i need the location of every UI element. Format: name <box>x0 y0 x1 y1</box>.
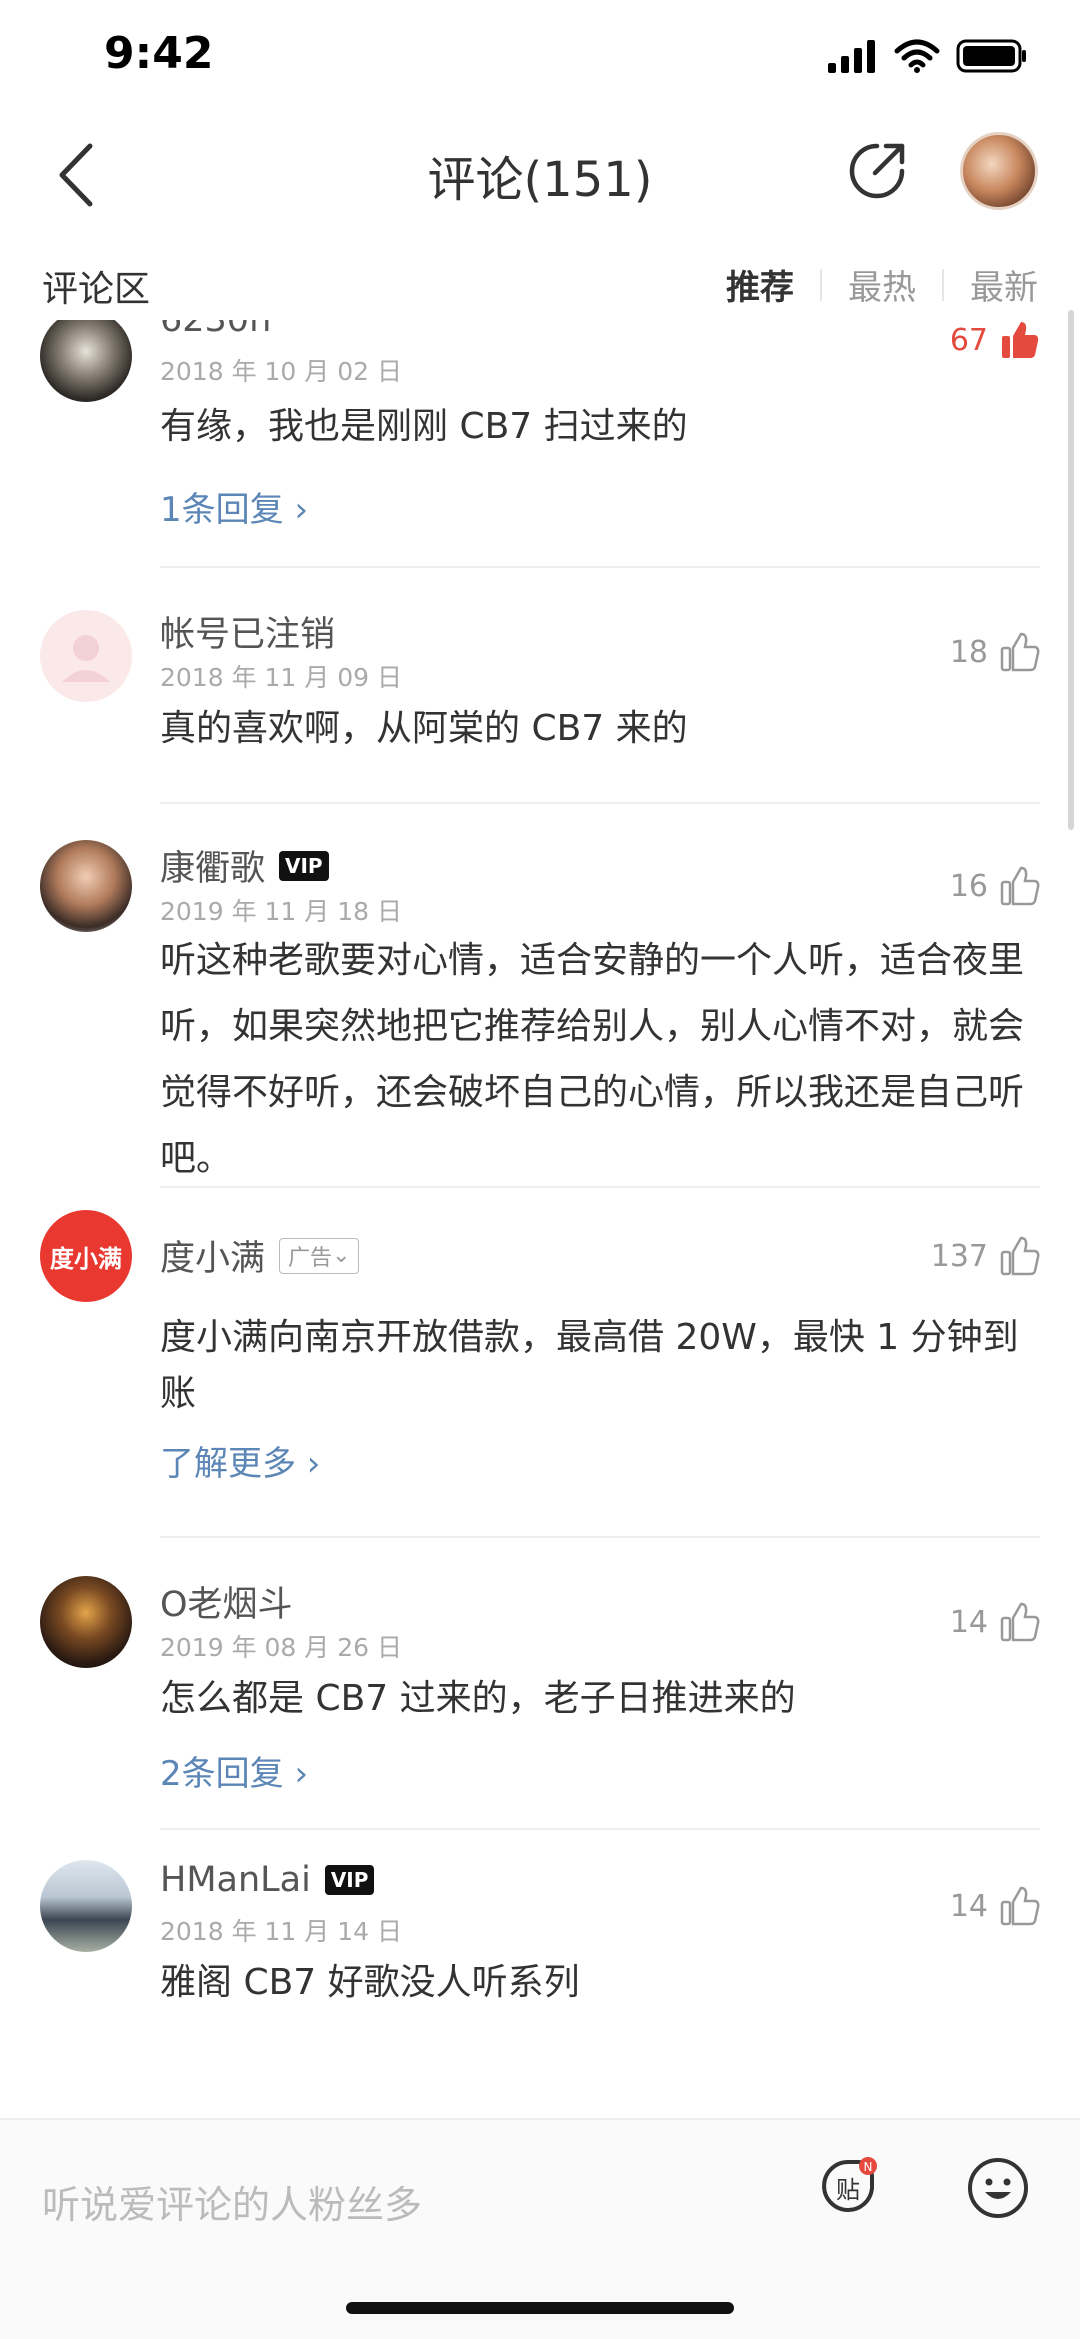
reply-link[interactable]: 2条回复 › <box>160 1746 308 1795</box>
scrollbar[interactable] <box>1068 310 1074 830</box>
comment-content: 有缘，我也是刚刚 CB7 扫过来的 <box>160 406 688 447</box>
username-text[interactable]: 度小满 <box>160 1230 265 1281</box>
sort-divider <box>942 268 944 301</box>
like-count: 14 <box>949 1604 988 1640</box>
comment-date: 2019 年 11 月 18 日 <box>160 897 402 926</box>
comment-content: 怎么都是 CB7 过来的，老子日推进来的 <box>160 1678 796 1719</box>
thumbs-up-icon <box>1000 1886 1040 1926</box>
home-indicator[interactable] <box>346 2302 734 2314</box>
page-title: 评论(151) <box>427 152 653 208</box>
avatar[interactable] <box>40 320 132 402</box>
comment-date: 2018 年 11 月 14 日 <box>160 1917 402 1946</box>
ad-label[interactable]: 广告 ⌄ <box>279 1237 360 1274</box>
default-avatar-icon <box>62 635 110 682</box>
sort-tabs: 推荐 最热 最新 <box>726 260 1038 309</box>
avatar[interactable] <box>40 840 132 932</box>
sort-divider <box>820 268 822 301</box>
ad-label-text: 广告 <box>288 1245 333 1271</box>
sticker-icon[interactable]: 贴 N <box>818 2156 880 2218</box>
username-text[interactable]: 帐号已注销 <box>160 606 335 657</box>
divider <box>160 566 1040 568</box>
divider <box>160 1186 1040 1188</box>
reply-link[interactable]: 1条回复 › <box>160 482 308 531</box>
comment-content: 真的喜欢啊，从阿棠的 CB7 来的 <box>160 708 688 749</box>
comment-username[interactable]: O老烟斗 <box>160 1576 293 1627</box>
like-count: 137 <box>930 1238 988 1274</box>
like-count: 14 <box>949 1888 988 1924</box>
like-button[interactable]: 18 <box>950 632 1040 672</box>
comment-username[interactable]: HManLai VIP <box>160 1860 375 1900</box>
like-button[interactable]: 14 <box>950 1602 1040 1642</box>
signal-icon <box>828 40 875 73</box>
section-header: 评论区 推荐 最热 最新 <box>0 240 1080 320</box>
ad-content: 度小满向南京开放借款，最高借 20W，最快 1 分钟到账 <box>160 1317 1019 1414</box>
ad-avatar[interactable]: 度小满 <box>40 1210 132 1302</box>
like-button[interactable]: 16 <box>950 866 1040 906</box>
comment-username[interactable]: 度小满 广告 ⌄ <box>160 1230 360 1281</box>
like-button[interactable]: 137 <box>931 1236 1040 1276</box>
nav-bar: 评论(151) <box>0 110 1080 230</box>
username-text[interactable]: HManLai <box>160 1860 311 1900</box>
share-icon[interactable] <box>846 140 908 202</box>
thumbs-up-icon <box>1000 632 1040 672</box>
thumbs-up-icon <box>1000 866 1040 906</box>
avatar[interactable] <box>40 1860 132 1952</box>
vip-badge: VIP <box>279 850 329 881</box>
comment-date: 2018 年 10 月 02 日 <box>160 357 402 386</box>
thumbs-up-icon <box>1000 1236 1040 1276</box>
vip-badge: VIP <box>324 1865 375 1895</box>
status-icons <box>828 38 1028 74</box>
like-button[interactable]: 14 <box>950 1886 1040 1926</box>
comment-list[interactable]: 6230n 2018 年 10 月 02 日 67 有缘，我也是刚刚 CB7 扫… <box>0 320 1080 2120</box>
sort-tab-newest[interactable]: 最新 <box>970 260 1038 309</box>
divider <box>160 1828 1040 1830</box>
battery-icon <box>956 39 1026 73</box>
username-text[interactable]: 6230n <box>160 320 271 340</box>
thumbs-up-filled-icon <box>1002 322 1039 358</box>
reply-link-text[interactable]: 1条回复 <box>160 490 284 530</box>
divider <box>160 1536 1040 1538</box>
like-button[interactable]: 67 <box>950 320 1040 360</box>
reply-link-text[interactable]: 2条回复 <box>160 1754 284 1794</box>
username-text[interactable]: 康衢歌 <box>160 840 265 891</box>
emoji-icon[interactable] <box>966 2156 1030 2220</box>
comment-username[interactable]: 康衢歌 VIP <box>160 840 329 891</box>
comment-username[interactable]: 帐号已注销 <box>160 606 335 657</box>
sticker-badge: N <box>864 2160 873 2174</box>
comment-date: 2019 年 08 月 26 日 <box>160 1633 402 1662</box>
like-count: 18 <box>949 634 988 670</box>
comment-content: 听这种老歌要对心情，适合安静的一个人听，适合夜里听，如果突然地把它推荐给别人，别… <box>160 940 1025 1179</box>
avatar[interactable] <box>40 610 132 702</box>
song-cover-avatar[interactable] <box>960 132 1038 210</box>
username-text[interactable]: O老烟斗 <box>160 1576 293 1627</box>
avatar[interactable] <box>40 1576 132 1668</box>
comment-content: 雅阁 CB7 好歌没人听系列 <box>160 1962 580 2003</box>
divider <box>160 802 1040 804</box>
thumbs-up-icon <box>1000 1602 1040 1642</box>
status-bar: 9:42 <box>0 0 1080 110</box>
section-title: 评论区 <box>42 269 151 310</box>
sticker-label: 贴 <box>836 2176 860 2204</box>
comment-username[interactable]: 6230n <box>160 320 271 340</box>
wifi-icon <box>894 39 940 73</box>
sort-tab-hottest[interactable]: 最热 <box>848 260 916 309</box>
learn-more-link[interactable]: 了解更多 › <box>160 1436 320 1485</box>
like-count: 16 <box>949 868 988 904</box>
comment-input[interactable]: 听说爱评论的人粉丝多 <box>42 2174 422 2229</box>
like-count: 67 <box>949 322 988 358</box>
sort-tab-recommend[interactable]: 推荐 <box>726 260 794 309</box>
status-time: 9:42 <box>104 28 214 79</box>
learn-more-text[interactable]: 了解更多 <box>160 1444 296 1484</box>
comment-date: 2018 年 11 月 09 日 <box>160 663 402 692</box>
